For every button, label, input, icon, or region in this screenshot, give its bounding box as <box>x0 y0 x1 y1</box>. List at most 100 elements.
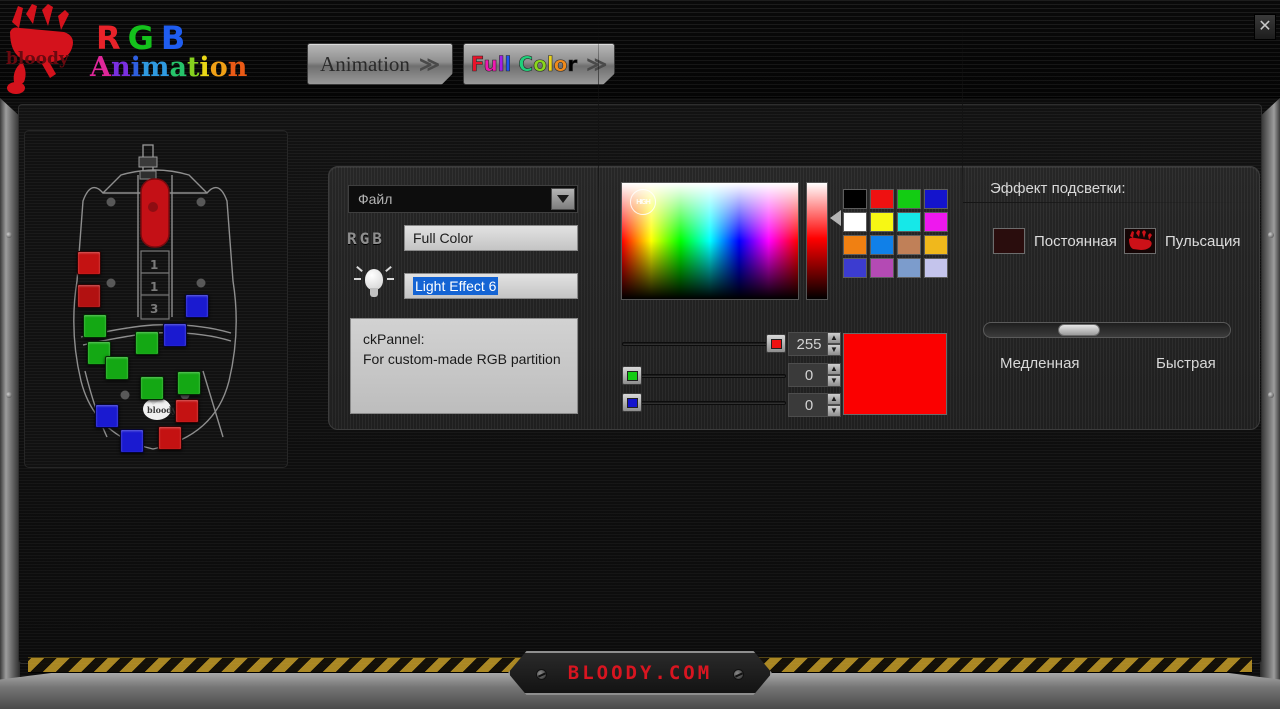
led-zone-2[interactable] <box>83 314 107 338</box>
red-stepper[interactable]: ▲ ▼ <box>827 332 841 356</box>
color-swatch-10[interactable] <box>897 235 921 255</box>
led-zone-7[interactable] <box>185 294 209 318</box>
bloody-hand-icon: bloody <box>6 4 73 94</box>
color-swatch-1[interactable] <box>870 189 894 209</box>
watermark-icon: HIGH <box>630 189 656 215</box>
rivet <box>1268 392 1274 398</box>
color-swatch-12[interactable] <box>843 258 867 278</box>
bloody-hand-icon <box>1124 228 1156 254</box>
rgb-label: RGB <box>347 229 385 248</box>
tab-full-color-label: Full Color <box>470 52 578 77</box>
screw-icon <box>536 669 547 680</box>
color-swatch-7[interactable] <box>924 212 948 232</box>
led-zone-10[interactable] <box>95 404 119 428</box>
file-dropdown-label: Файл <box>358 191 393 207</box>
r-slider-handle[interactable] <box>766 334 786 353</box>
file-dropdown[interactable]: Файл <box>348 185 578 213</box>
led-zone-9[interactable] <box>177 371 201 395</box>
led-zone-8[interactable] <box>140 376 164 400</box>
color-preview-swatch <box>843 333 947 415</box>
color-swatch-6[interactable] <box>897 212 921 232</box>
led-zone-0[interactable] <box>77 251 101 275</box>
constant-label: Постоянная <box>1034 232 1117 250</box>
rgb-logo-text: RGB <box>96 22 192 54</box>
chevron-right-icon: ≫ <box>418 53 440 76</box>
constant-swatch-icon <box>993 228 1025 254</box>
brightness-marker-icon[interactable] <box>830 210 841 226</box>
light-effect-value: Light Effect 6 <box>413 277 499 295</box>
color-swatch-8[interactable] <box>843 235 867 255</box>
speed-slider-handle[interactable] <box>1058 324 1101 336</box>
frame-right-edge <box>1260 98 1280 709</box>
color-swatch-11[interactable] <box>924 235 948 255</box>
color-swatch-4[interactable] <box>843 212 867 232</box>
green-value[interactable]: 0 <box>788 363 830 387</box>
speed-fast-label: Быстрая <box>1156 355 1216 372</box>
stepper-down-icon[interactable]: ▼ <box>827 344 841 356</box>
brightness-slider[interactable] <box>806 182 828 300</box>
stepper-down-icon[interactable]: ▼ <box>827 375 841 387</box>
mouse-preview-card: 1 1 3 bloody <box>24 130 288 468</box>
speed-slow-label: Медленная <box>1000 355 1080 372</box>
color-swatch-9[interactable] <box>870 235 894 255</box>
green-slider[interactable] <box>622 365 786 387</box>
screw-icon <box>733 669 744 680</box>
chevron-down-icon[interactable] <box>551 188 575 210</box>
color-swatch-0[interactable] <box>843 189 867 209</box>
svg-text:bloody: bloody <box>147 405 177 415</box>
panel-divider <box>962 14 963 250</box>
blue-stepper[interactable]: ▲ ▼ <box>827 393 841 417</box>
g-slider-handle[interactable] <box>622 366 642 385</box>
tab-animation-label: Animation <box>320 51 410 76</box>
light-effect-input[interactable]: Light Effect 6 <box>404 273 578 299</box>
effect-option-pulse[interactable]: Пульсация <box>1124 228 1240 254</box>
svg-text:1: 1 <box>150 258 158 272</box>
description-box: ckPannel: For custom-made RGB partition <box>350 318 578 414</box>
close-icon[interactable]: ✕ <box>1254 14 1276 40</box>
mode-input[interactable]: Full Color <box>404 225 578 251</box>
tab-full-color[interactable]: Full Color ≫ <box>463 43 615 85</box>
svg-text:1: 1 <box>150 280 158 294</box>
led-zone-11[interactable] <box>175 399 199 423</box>
b-slider-handle[interactable] <box>622 393 642 412</box>
speed-slider[interactable] <box>983 322 1231 338</box>
footer-url: BLOODY.COM <box>567 662 713 684</box>
stepper-up-icon[interactable]: ▲ <box>827 393 841 405</box>
effect-panel-title: Эффект подсветки: <box>990 180 1126 197</box>
green-stepper[interactable]: ▲ ▼ <box>827 363 841 387</box>
led-zone-12[interactable] <box>120 429 144 453</box>
blue-value[interactable]: 0 <box>788 393 830 417</box>
led-zone-4[interactable] <box>105 356 129 380</box>
title-bar: bloody RGB Animation Animation ≫ Full Co… <box>0 0 1280 98</box>
color-gradient-field[interactable]: HIGH <box>621 182 799 300</box>
led-zone-13[interactable] <box>158 426 182 450</box>
color-swatch-14[interactable] <box>897 258 921 278</box>
divider <box>963 202 1258 203</box>
color-swatch-grid <box>843 189 948 278</box>
effect-option-constant[interactable]: Постоянная <box>993 228 1117 254</box>
panel-divider <box>598 14 599 250</box>
stepper-up-icon[interactable]: ▲ <box>827 332 841 344</box>
color-swatch-3[interactable] <box>924 189 948 209</box>
lightbulb-icon <box>352 262 396 306</box>
color-swatch-2[interactable] <box>897 189 921 209</box>
brand-logo: bloody RGB Animation <box>0 0 247 100</box>
tab-animation[interactable]: Animation ≫ <box>307 43 453 85</box>
red-value[interactable]: 255 <box>788 332 830 356</box>
svg-text:bloody: bloody <box>6 49 70 69</box>
red-slider[interactable] <box>622 333 786 355</box>
stepper-down-icon[interactable]: ▼ <box>827 405 841 417</box>
stepper-up-icon[interactable]: ▲ <box>827 363 841 375</box>
rivet <box>6 232 12 238</box>
color-swatch-13[interactable] <box>870 258 894 278</box>
blue-slider[interactable] <box>622 392 786 414</box>
led-zone-6[interactable] <box>163 323 187 347</box>
color-swatch-5[interactable] <box>870 212 894 232</box>
mode-value: Full Color <box>413 230 473 246</box>
color-swatch-15[interactable] <box>924 258 948 278</box>
led-zone-1[interactable] <box>77 284 101 308</box>
chevron-right-icon: ≫ <box>586 53 608 76</box>
mouse-outline-diagram: 1 1 3 bloody <box>73 144 237 450</box>
animation-logo-text: Animation <box>90 52 248 83</box>
led-zone-5[interactable] <box>135 331 159 355</box>
